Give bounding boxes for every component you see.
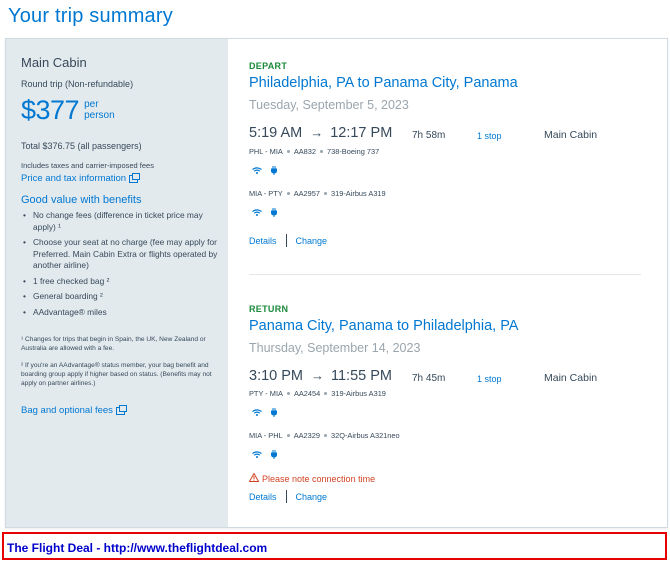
fare-panel: Main Cabin Round trip (Non-refundable) $…	[6, 39, 228, 527]
return-arr-time: 11:55 PM	[331, 368, 392, 384]
separator-dot	[286, 150, 290, 153]
wifi-icon	[252, 209, 262, 216]
depart-date: Tuesday, September 5, 2023	[249, 98, 409, 112]
depart-details-link[interactable]: Details	[249, 236, 277, 246]
fare-cabin-title: Main Cabin	[21, 55, 87, 70]
watermark-footer: The Flight Deal - http://www.theflightde…	[2, 532, 667, 560]
return-segment-2: MIA - PHL AA2329 32Q-Airbus A321neo	[249, 431, 400, 440]
depart-stops-link[interactable]: 1 stop	[477, 131, 502, 141]
depart-route: Philadelphia, PA to Panama City, Panama	[249, 75, 518, 91]
wifi-icon	[252, 409, 262, 416]
flights-panel: DEPART Philadelphia, PA to Panama City, …	[228, 39, 667, 527]
return-segment-2-amenities	[252, 450, 277, 459]
trip-summary-card: Main Cabin Round trip (Non-refundable) $…	[5, 38, 668, 528]
segment-flight: AA832	[293, 147, 317, 156]
benefits-title: Good value with benefits	[21, 194, 142, 206]
benefit-item: 1 free checked bag ²	[23, 276, 221, 288]
depart-segment-1-amenities	[252, 166, 277, 175]
segment-aircraft: 319-Airbus A319	[331, 389, 386, 398]
segment-flight: AA2329	[293, 431, 320, 440]
depart-segment-1: PHL - MIA AA832 738-Boeing 737	[249, 147, 379, 156]
price-unit-person: person	[84, 110, 115, 121]
depart-change-link[interactable]: Change	[296, 236, 328, 246]
power-icon	[271, 408, 277, 417]
price-per-person: $377 per person	[21, 95, 115, 125]
power-icon	[271, 166, 277, 175]
connection-warning: Please note connection time	[248, 472, 376, 484]
segment-aircraft: 319-Airbus A319	[331, 189, 386, 198]
price-unit: per person	[84, 99, 115, 121]
wifi-icon	[252, 451, 262, 458]
external-link-icon	[129, 172, 141, 183]
external-link-icon	[115, 404, 127, 415]
return-label: RETURN	[249, 304, 289, 314]
warning-icon	[248, 472, 260, 484]
price-tax-info-link[interactable]: Price and tax information	[21, 172, 141, 184]
return-actions: Details Change	[249, 490, 327, 503]
power-icon	[271, 450, 277, 459]
segment-flight: AA2957	[293, 189, 320, 198]
bag-fees-label: Bag and optional fees	[21, 405, 113, 416]
section-divider	[249, 274, 641, 275]
return-stops-link[interactable]: 1 stop	[477, 374, 502, 384]
segment-route: PTY - MIA	[249, 389, 283, 398]
total-price: Total $376.75 (all passengers)	[21, 141, 142, 151]
depart-label: DEPART	[249, 61, 288, 71]
separator-dot	[324, 392, 328, 395]
return-route: Panama City, Panama to Philadelphia, PA	[249, 318, 519, 334]
separator-dot	[286, 192, 290, 195]
depart-times: 5:19 AM → 12:17 PM	[249, 125, 392, 141]
benefit-item: No change fees (difference in ticket pri…	[23, 210, 221, 233]
price-amount: $377	[21, 95, 80, 125]
return-date: Thursday, September 14, 2023	[249, 341, 421, 355]
return-dep-time: 3:10 PM	[249, 368, 303, 384]
benefit-item: Choose your seat at no charge (fee may a…	[23, 237, 221, 272]
return-cabin: Main Cabin	[544, 372, 598, 384]
segment-aircraft: 32Q-Airbus A321neo	[331, 431, 400, 440]
footnote-1: ¹ Changes for trips that begin in Spain,…	[21, 336, 206, 352]
power-icon	[271, 208, 277, 217]
arrow-right-icon: →	[310, 125, 324, 140]
footnote-2: ² If you're an AAdvantage® status member…	[21, 362, 212, 387]
price-tax-info-label: Price and tax information	[21, 173, 127, 184]
benefit-item: General boarding ²	[23, 291, 221, 303]
divider	[285, 490, 287, 503]
return-duration: 7h 45m	[412, 373, 446, 384]
bag-fees-link[interactable]: Bag and optional fees	[21, 404, 127, 416]
segment-aircraft: 738-Boeing 737	[327, 147, 380, 156]
return-segment-1: PTY - MIA AA2454 319-Airbus A319	[249, 389, 386, 398]
depart-segment-2-amenities	[252, 208, 277, 217]
separator-dot	[286, 392, 290, 395]
segment-route: MIA - PTY	[249, 189, 283, 198]
return-times: 3:10 PM → 11:55 PM	[249, 368, 392, 384]
segment-route: MIA - PHL	[249, 431, 283, 440]
divider	[285, 234, 287, 247]
benefits-list: No change fees (difference in ticket pri…	[23, 210, 221, 322]
arrow-right-icon: →	[311, 368, 324, 383]
page-title: Your trip summary	[8, 5, 173, 27]
segment-flight: AA2454	[293, 389, 321, 398]
depart-arr-time: 12:17 PM	[330, 125, 393, 141]
separator-dot	[324, 434, 327, 437]
segment-route: PHL - MIA	[249, 147, 283, 156]
separator-dot	[324, 192, 327, 195]
wifi-icon	[252, 167, 262, 174]
price-unit-per: per	[84, 99, 99, 110]
depart-segment-2: MIA - PTY AA2957 319-Airbus A319	[249, 189, 386, 198]
benefit-item: AAdvantage® miles	[23, 307, 221, 319]
depart-dep-time: 5:19 AM	[249, 125, 303, 141]
separator-dot	[286, 434, 290, 437]
depart-cabin: Main Cabin	[544, 129, 598, 141]
return-change-link[interactable]: Change	[296, 492, 328, 502]
warning-text: Please note connection time	[262, 473, 376, 484]
separator-dot	[320, 150, 324, 153]
trip-type: Round trip (Non-refundable)	[21, 79, 134, 89]
footer-text: The Flight Deal - http://www.theflightde…	[7, 541, 268, 555]
return-segment-1-amenities	[252, 408, 277, 417]
includes-taxes: Includes taxes and carrier-imposed fees	[21, 161, 154, 170]
depart-duration: 7h 58m	[412, 130, 446, 141]
depart-actions: Details Change	[249, 234, 327, 247]
return-details-link[interactable]: Details	[249, 492, 277, 502]
